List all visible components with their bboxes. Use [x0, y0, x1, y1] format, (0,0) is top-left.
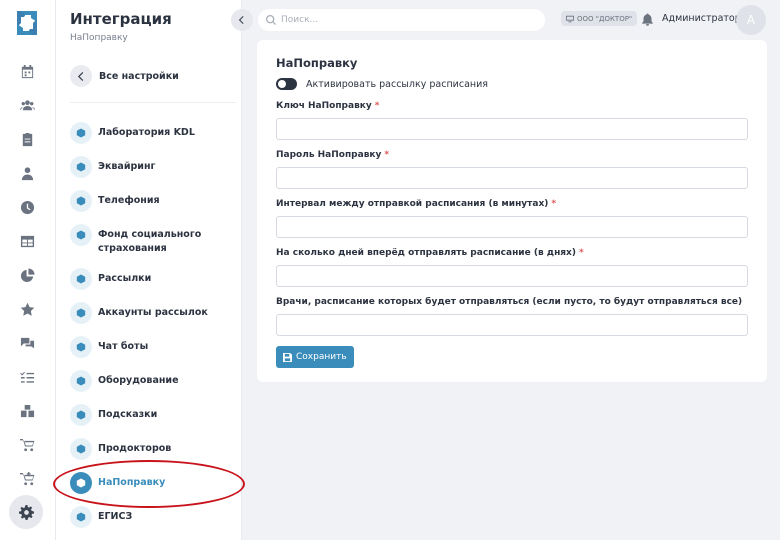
form-title: НаПоправку [276, 56, 358, 70]
all-settings-label: Все настройки [99, 70, 179, 82]
search-input[interactable] [281, 15, 531, 25]
pie-chart-icon[interactable] [16, 264, 38, 286]
cart-icon[interactable] [16, 434, 38, 456]
nav-item-label: Продокторов [98, 443, 172, 454]
password-field-label: Пароль НаПоправку * [276, 150, 389, 160]
label-text: Пароль НаПоправку [276, 150, 382, 160]
napopravku-settings-card: НаПоправку Активировать рассылку расписа… [257, 40, 767, 382]
key-input[interactable] [276, 118, 748, 140]
nav-item-label: Чат боты [98, 341, 149, 352]
nav-item-label: Фонд социального страхования [98, 229, 202, 254]
cube-icon [70, 122, 92, 144]
cube-icon [70, 302, 92, 324]
cube-icon [70, 438, 92, 460]
monitor-icon [566, 15, 574, 22]
nav-item-label: Телефония [98, 195, 160, 206]
user-name[interactable]: Администратор [662, 13, 741, 24]
nav-item-kdl-lab[interactable]: Лаборатория KDL [70, 122, 238, 144]
nav-item-egisz[interactable]: ЕГИСЗ [70, 506, 238, 528]
cube-icon [70, 268, 92, 290]
chat-icon[interactable] [16, 332, 38, 354]
cube-icon [70, 472, 92, 494]
required-marker: * [578, 248, 584, 258]
days-ahead-input[interactable] [276, 265, 748, 287]
toggle-label: Активировать рассылку расписания [306, 78, 488, 90]
label-text: Ключ НаПоправку [276, 101, 372, 111]
nav-item-label: Подсказки [98, 409, 158, 420]
nav-item-social-insurance[interactable]: Фонд социального страхования [70, 224, 238, 256]
search-bar[interactable] [258, 9, 545, 31]
organization-badge[interactable]: ООО "ДОКТОР" [561, 11, 638, 26]
collapse-panel-button[interactable] [231, 9, 253, 31]
table-icon[interactable] [16, 230, 38, 252]
nav-item-hints[interactable]: Подсказки [70, 404, 238, 426]
nav-item-mailings[interactable]: Рассылки [70, 268, 238, 290]
star-icon[interactable] [16, 298, 38, 320]
nav-item-label: Аккаунты рассылок [98, 307, 208, 318]
breadcrumb: НаПоправку [70, 33, 128, 43]
checklist-icon[interactable] [16, 366, 38, 388]
search-icon [266, 15, 276, 25]
label-text: Врачи, расписание которых будет отправля… [276, 297, 743, 307]
nav-item-label: Рассылки [98, 273, 152, 284]
password-input[interactable] [276, 167, 748, 189]
cube-icon [70, 156, 92, 178]
users-icon[interactable] [16, 94, 38, 116]
floppy-disk-icon [283, 352, 292, 362]
nav-item-napopravku[interactable]: НаПоправку [70, 472, 238, 494]
bell-icon[interactable] [641, 11, 655, 26]
divider [70, 102, 236, 103]
clock-icon[interactable] [16, 196, 38, 218]
interval-field-label: Интервал между отправкой расписания (в м… [276, 199, 556, 209]
cube-icon [70, 336, 92, 358]
calendar-icon[interactable] [16, 60, 38, 82]
cube-icon [70, 506, 92, 528]
avatar[interactable]: А [736, 5, 766, 35]
save-button-label: Сохранить [296, 352, 347, 362]
settings-panel: Интеграция НаПоправку Все настройки Лабо… [56, 0, 242, 540]
nav-item-chat-bots[interactable]: Чат боты [70, 336, 238, 358]
nav-item-equipment[interactable]: Оборудование [70, 370, 238, 392]
nav-item-prodoctorov[interactable]: Продокторов [70, 438, 238, 460]
cube-icon [70, 224, 92, 246]
schedule-mailing-toggle-row[interactable]: Активировать рассылку расписания [276, 78, 488, 90]
key-field-label: Ключ НаПоправку * [276, 101, 379, 111]
nav-item-label: ЕГИСЗ [98, 511, 133, 522]
nav-item-label: Лаборатория KDL [98, 127, 195, 138]
all-settings-link[interactable]: Все настройки [70, 63, 179, 89]
required-marker: * [374, 101, 380, 111]
label-text: Интервал между отправкой расписания (в м… [276, 199, 549, 209]
required-marker: * [384, 150, 390, 160]
app-logo[interactable] [11, 7, 43, 39]
label-text: На сколько дней вперёд отправлять распис… [276, 248, 576, 258]
boxes-icon[interactable] [16, 400, 38, 422]
cube-icon [70, 370, 92, 392]
organization-name: ООО "ДОКТОР" [577, 14, 633, 23]
nav-item-acquiring[interactable]: Эквайринг [70, 156, 238, 178]
doctors-field-label: Врачи, расписание которых будет отправля… [276, 297, 742, 307]
panel-title: Интеграция [70, 10, 172, 28]
days-ahead-field-label: На сколько дней вперёд отправлять распис… [276, 248, 584, 258]
required-marker: * [551, 199, 557, 209]
cube-icon [70, 404, 92, 426]
cube-icon [70, 190, 92, 212]
doctors-input[interactable] [276, 314, 748, 336]
schedule-mailing-toggle[interactable] [276, 78, 297, 90]
nav-item-label: Оборудование [98, 375, 179, 386]
icon-rail [0, 0, 56, 540]
cart-plus-icon[interactable] [16, 468, 38, 490]
save-button[interactable]: Сохранить [276, 346, 354, 368]
interval-input[interactable] [276, 216, 748, 238]
nav-item-telephony[interactable]: Телефония [70, 190, 238, 212]
nav-item-label: НаПоправку [98, 477, 166, 488]
chevron-left-icon [70, 65, 92, 87]
nav-item-label: Эквайринг [98, 161, 156, 172]
clipboard-icon[interactable] [16, 128, 38, 150]
doctor-icon[interactable] [16, 162, 38, 184]
gear-icon[interactable] [9, 495, 43, 529]
nav-item-mailing-accounts[interactable]: Аккаунты рассылок [70, 302, 238, 324]
chevron-left-icon [238, 16, 244, 24]
